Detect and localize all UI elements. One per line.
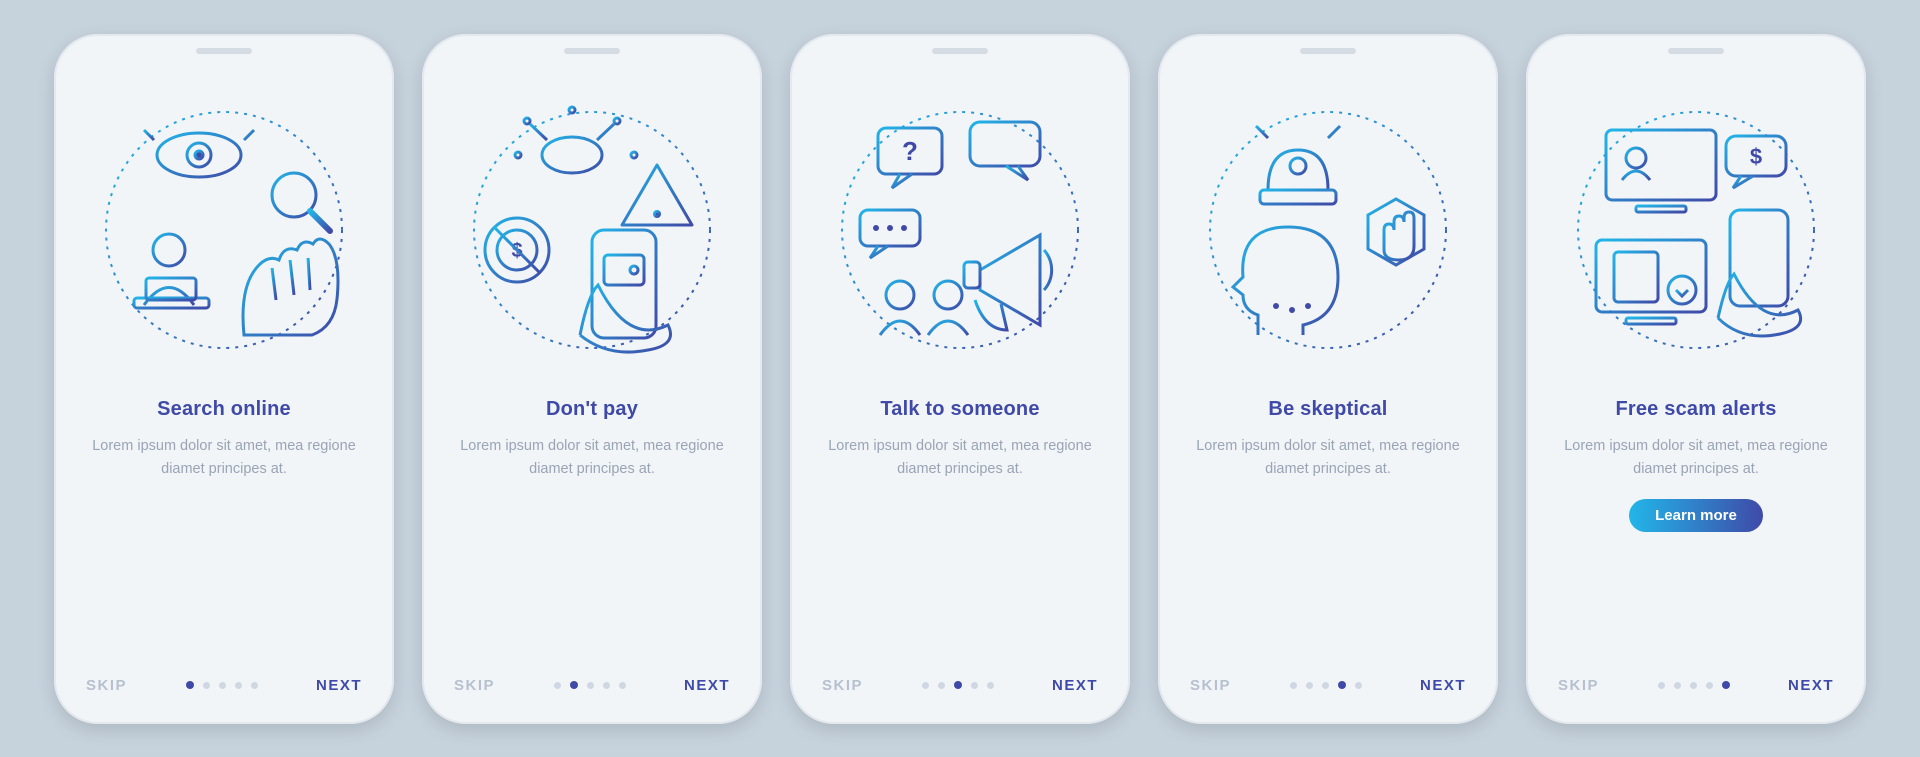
- no-dollar-icon: $: [485, 218, 549, 282]
- screen-body-text: Lorem ipsum dolor sit amet, mea regione …: [78, 435, 370, 481]
- onboarding-footer: SKIP NEXT: [1550, 671, 1842, 700]
- hand-phone-wallet-icon: [580, 230, 671, 352]
- indicator-dot: [938, 682, 945, 689]
- indicator-dot: [1306, 682, 1313, 689]
- magnifier-icon: [272, 173, 330, 231]
- indicator-dot: [1706, 682, 1713, 689]
- indicator-dot: [203, 682, 210, 689]
- eye-icon: [144, 110, 254, 177]
- screen-title: Don't pay: [446, 398, 738, 421]
- dont-pay-illustration: $: [462, 100, 722, 360]
- monitor-video-icon: [1606, 130, 1716, 212]
- circuit-money-icon: [515, 107, 637, 173]
- illustration-container: [78, 80, 370, 380]
- skip-button[interactable]: SKIP: [454, 677, 495, 694]
- screen-title: Talk to someone: [814, 398, 1106, 421]
- indicator-dot: [1322, 682, 1329, 689]
- onboarding-screen-5: $: [1526, 34, 1866, 724]
- free-scam-alerts-illustration: $: [1566, 100, 1826, 360]
- indicator-dot: [619, 682, 626, 689]
- indicator-dot: [235, 682, 242, 689]
- megaphone-icon: [964, 235, 1052, 330]
- page-indicator: [922, 681, 994, 689]
- indicator-dot: [1338, 681, 1346, 689]
- next-button[interactable]: NEXT: [1052, 677, 1098, 694]
- screen-title: Search online: [78, 398, 370, 421]
- onboarding-screen-2: $ Don't pay Lorem ipsum dolor sit amet, …: [422, 34, 762, 724]
- skip-button[interactable]: SKIP: [1558, 677, 1599, 694]
- dollar-bubble-icon: $: [1726, 136, 1786, 188]
- person-at-laptop-icon: [134, 234, 209, 308]
- skip-button[interactable]: SKIP: [1190, 677, 1231, 694]
- svg-text:$: $: [1750, 144, 1762, 169]
- page-indicator: [1290, 681, 1362, 689]
- be-skeptical-illustration: [1198, 100, 1458, 360]
- page-indicator: [186, 681, 258, 689]
- monitor-download-icon: [1596, 240, 1706, 324]
- illustration-container: $: [446, 80, 738, 380]
- screen-title: Free scam alerts: [1550, 398, 1842, 421]
- page-indicator: [554, 681, 626, 689]
- indicator-dot: [971, 682, 978, 689]
- next-button[interactable]: NEXT: [1788, 677, 1834, 694]
- learn-more-button[interactable]: Learn more: [1629, 499, 1763, 532]
- siren-icon: [1256, 114, 1340, 204]
- onboarding-footer: SKIP NEXT: [1182, 671, 1474, 700]
- speech-bubble-icon: [970, 122, 1040, 180]
- illustration-container: [1182, 80, 1474, 380]
- screen-body-text: Lorem ipsum dolor sit amet, mea regione …: [446, 435, 738, 481]
- indicator-dot: [587, 682, 594, 689]
- indicator-dot: [1658, 682, 1665, 689]
- indicator-dot: [219, 682, 226, 689]
- indicator-dot: [1722, 681, 1730, 689]
- screen-body-text: Lorem ipsum dolor sit amet, mea regione …: [1182, 435, 1474, 481]
- indicator-dot: [570, 681, 578, 689]
- indicator-dot: [554, 682, 561, 689]
- hand-phone-lines-icon: [1718, 210, 1801, 336]
- hand-mouse-icon: [243, 239, 338, 335]
- indicator-dot: [987, 682, 994, 689]
- two-people-icon: [880, 281, 968, 335]
- onboarding-screen-1: Search online Lorem ipsum dolor sit amet…: [54, 34, 394, 724]
- warning-icon: [622, 165, 692, 225]
- indicator-dot: [1690, 682, 1697, 689]
- onboarding-screen-3: ?: [790, 34, 1130, 724]
- dots-bubble-icon: [860, 210, 920, 258]
- head-exclaim-icon: [1233, 227, 1338, 335]
- svg-text:?: ?: [902, 136, 918, 166]
- skip-button[interactable]: SKIP: [86, 677, 127, 694]
- page-indicator: [1658, 681, 1730, 689]
- indicator-dot: [1674, 682, 1681, 689]
- indicator-dot: [922, 682, 929, 689]
- indicator-dot: [954, 681, 962, 689]
- indicator-dot: [1290, 682, 1297, 689]
- next-button[interactable]: NEXT: [316, 677, 362, 694]
- illustration-container: $: [1550, 80, 1842, 380]
- screen-body-text: Lorem ipsum dolor sit amet, mea regione …: [814, 435, 1106, 481]
- search-online-illustration: [94, 100, 354, 360]
- indicator-dot: [186, 681, 194, 689]
- indicator-dot: [251, 682, 258, 689]
- onboarding-footer: SKIP NEXT: [78, 671, 370, 700]
- onboarding-footer: SKIP NEXT: [446, 671, 738, 700]
- onboarding-footer: SKIP NEXT: [814, 671, 1106, 700]
- indicator-dot: [1355, 682, 1362, 689]
- onboarding-screen-4: Be skeptical Lorem ipsum dolor sit amet,…: [1158, 34, 1498, 724]
- screen-title: Be skeptical: [1182, 398, 1474, 421]
- talk-to-someone-illustration: ?: [830, 100, 1090, 360]
- stop-hand-icon: [1368, 199, 1424, 265]
- next-button[interactable]: NEXT: [1420, 677, 1466, 694]
- indicator-dot: [603, 682, 610, 689]
- next-button[interactable]: NEXT: [684, 677, 730, 694]
- screen-body-text: Lorem ipsum dolor sit amet, mea regione …: [1550, 435, 1842, 481]
- skip-button[interactable]: SKIP: [822, 677, 863, 694]
- illustration-container: ?: [814, 80, 1106, 380]
